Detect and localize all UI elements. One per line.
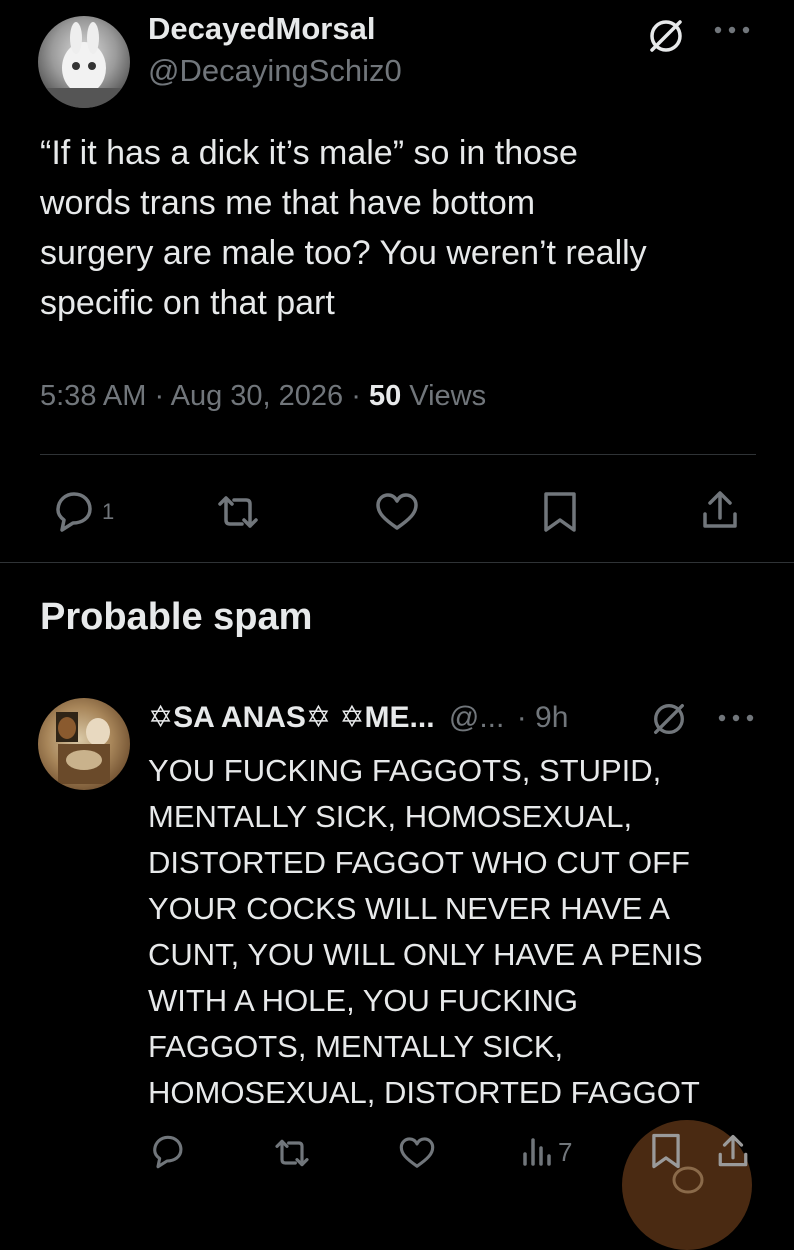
share-icon xyxy=(718,1134,748,1167)
reply-text: YOU FUCKING FAGGOTS, STUPID, MENTALLY SI… xyxy=(148,748,778,1116)
divider xyxy=(0,562,794,563)
share-icon xyxy=(703,491,737,528)
reply-icon xyxy=(153,1135,183,1169)
section-title: Probable spam xyxy=(40,596,313,638)
retweet-icon xyxy=(218,496,258,528)
tweet-meta: 5:38 AM · Aug 30, 2026 · 50 Views xyxy=(40,376,486,416)
like-icon xyxy=(376,493,418,530)
reply-bubble-overlay-icon xyxy=(668,1162,708,1200)
reply-text-line: CUNT, YOU WILL ONLY HAVE A PENIS xyxy=(148,937,703,972)
avatar[interactable] xyxy=(38,698,130,790)
share-button[interactable] xyxy=(700,488,740,532)
reply-button[interactable]: 1 xyxy=(50,490,114,534)
reply-header: ✡SA ANAS✡ ✡ME... @... · 9h xyxy=(148,698,568,738)
handle[interactable]: @DecayingSchiz0 xyxy=(148,52,402,90)
reply-age[interactable]: · 9h xyxy=(517,701,569,734)
reply-text-line: DISTORTED FAGGOT WHO CUT OFF xyxy=(148,845,690,880)
reply-text-line: MENTALLY SICK, HOMOSEXUAL, xyxy=(148,799,633,834)
tweet-text: “If it has a dick it’s male” so in those… xyxy=(40,128,760,328)
share-button[interactable] xyxy=(716,1132,750,1170)
bookmark-icon xyxy=(544,492,576,532)
more-icon[interactable] xyxy=(712,24,752,36)
like-icon xyxy=(399,1137,435,1168)
like-button[interactable] xyxy=(374,492,420,532)
display-name[interactable]: ✡SA ANAS✡ ✡ME... xyxy=(148,701,435,734)
meta-separator: · xyxy=(351,380,361,412)
tweet-text-line: words trans me that have bottom xyxy=(40,184,536,222)
handle[interactable]: @... xyxy=(449,701,504,734)
retweet-button[interactable] xyxy=(272,1136,312,1170)
reply-icon xyxy=(50,490,96,534)
reply-text-line: HOMOSEXUAL, DISTORTED FAGGOT xyxy=(148,1075,700,1110)
like-button[interactable] xyxy=(398,1136,436,1170)
reply-text-line: WITH A HOLE, YOU FUCKING xyxy=(148,983,579,1018)
views-button[interactable]: 7 xyxy=(520,1134,572,1170)
views-count: 50 xyxy=(368,380,402,412)
display-name[interactable]: DecayedMorsal xyxy=(148,10,375,48)
tweet-text-line: surgery are male too? You weren’t really xyxy=(40,234,647,272)
views-icon xyxy=(520,1134,554,1170)
reply-text-line: YOUR COCKS WILL NEVER HAVE A xyxy=(148,891,670,926)
reply-text-line: FAGGOTS, MENTALLY SICK, xyxy=(148,1029,564,1064)
retweet-icon xyxy=(275,1139,309,1167)
views-label: Views xyxy=(409,380,487,412)
reply-count: 1 xyxy=(102,499,115,524)
tweet-time[interactable]: 5:38 AM xyxy=(40,380,146,412)
tweet-date[interactable]: Aug 30, 2026 xyxy=(171,380,344,412)
no-entry-icon[interactable] xyxy=(650,700,688,738)
reply-button[interactable] xyxy=(148,1134,186,1170)
views-count: 7 xyxy=(558,1136,573,1167)
tweet-text-line: “If it has a dick it’s male” so in those xyxy=(40,134,578,172)
avatar-image xyxy=(56,712,110,784)
avatar[interactable] xyxy=(38,16,130,108)
avatar-image xyxy=(38,22,130,108)
more-icon[interactable] xyxy=(716,712,756,724)
tweet-text-line: specific on that part xyxy=(40,284,335,322)
no-entry-icon[interactable] xyxy=(646,16,686,56)
meta-separator: · xyxy=(154,380,165,412)
retweet-button[interactable] xyxy=(214,492,262,532)
reply-text-line: YOU FUCKING FAGGOTS, STUPID, xyxy=(148,753,662,788)
divider xyxy=(40,454,756,455)
bookmark-button[interactable] xyxy=(542,490,578,534)
